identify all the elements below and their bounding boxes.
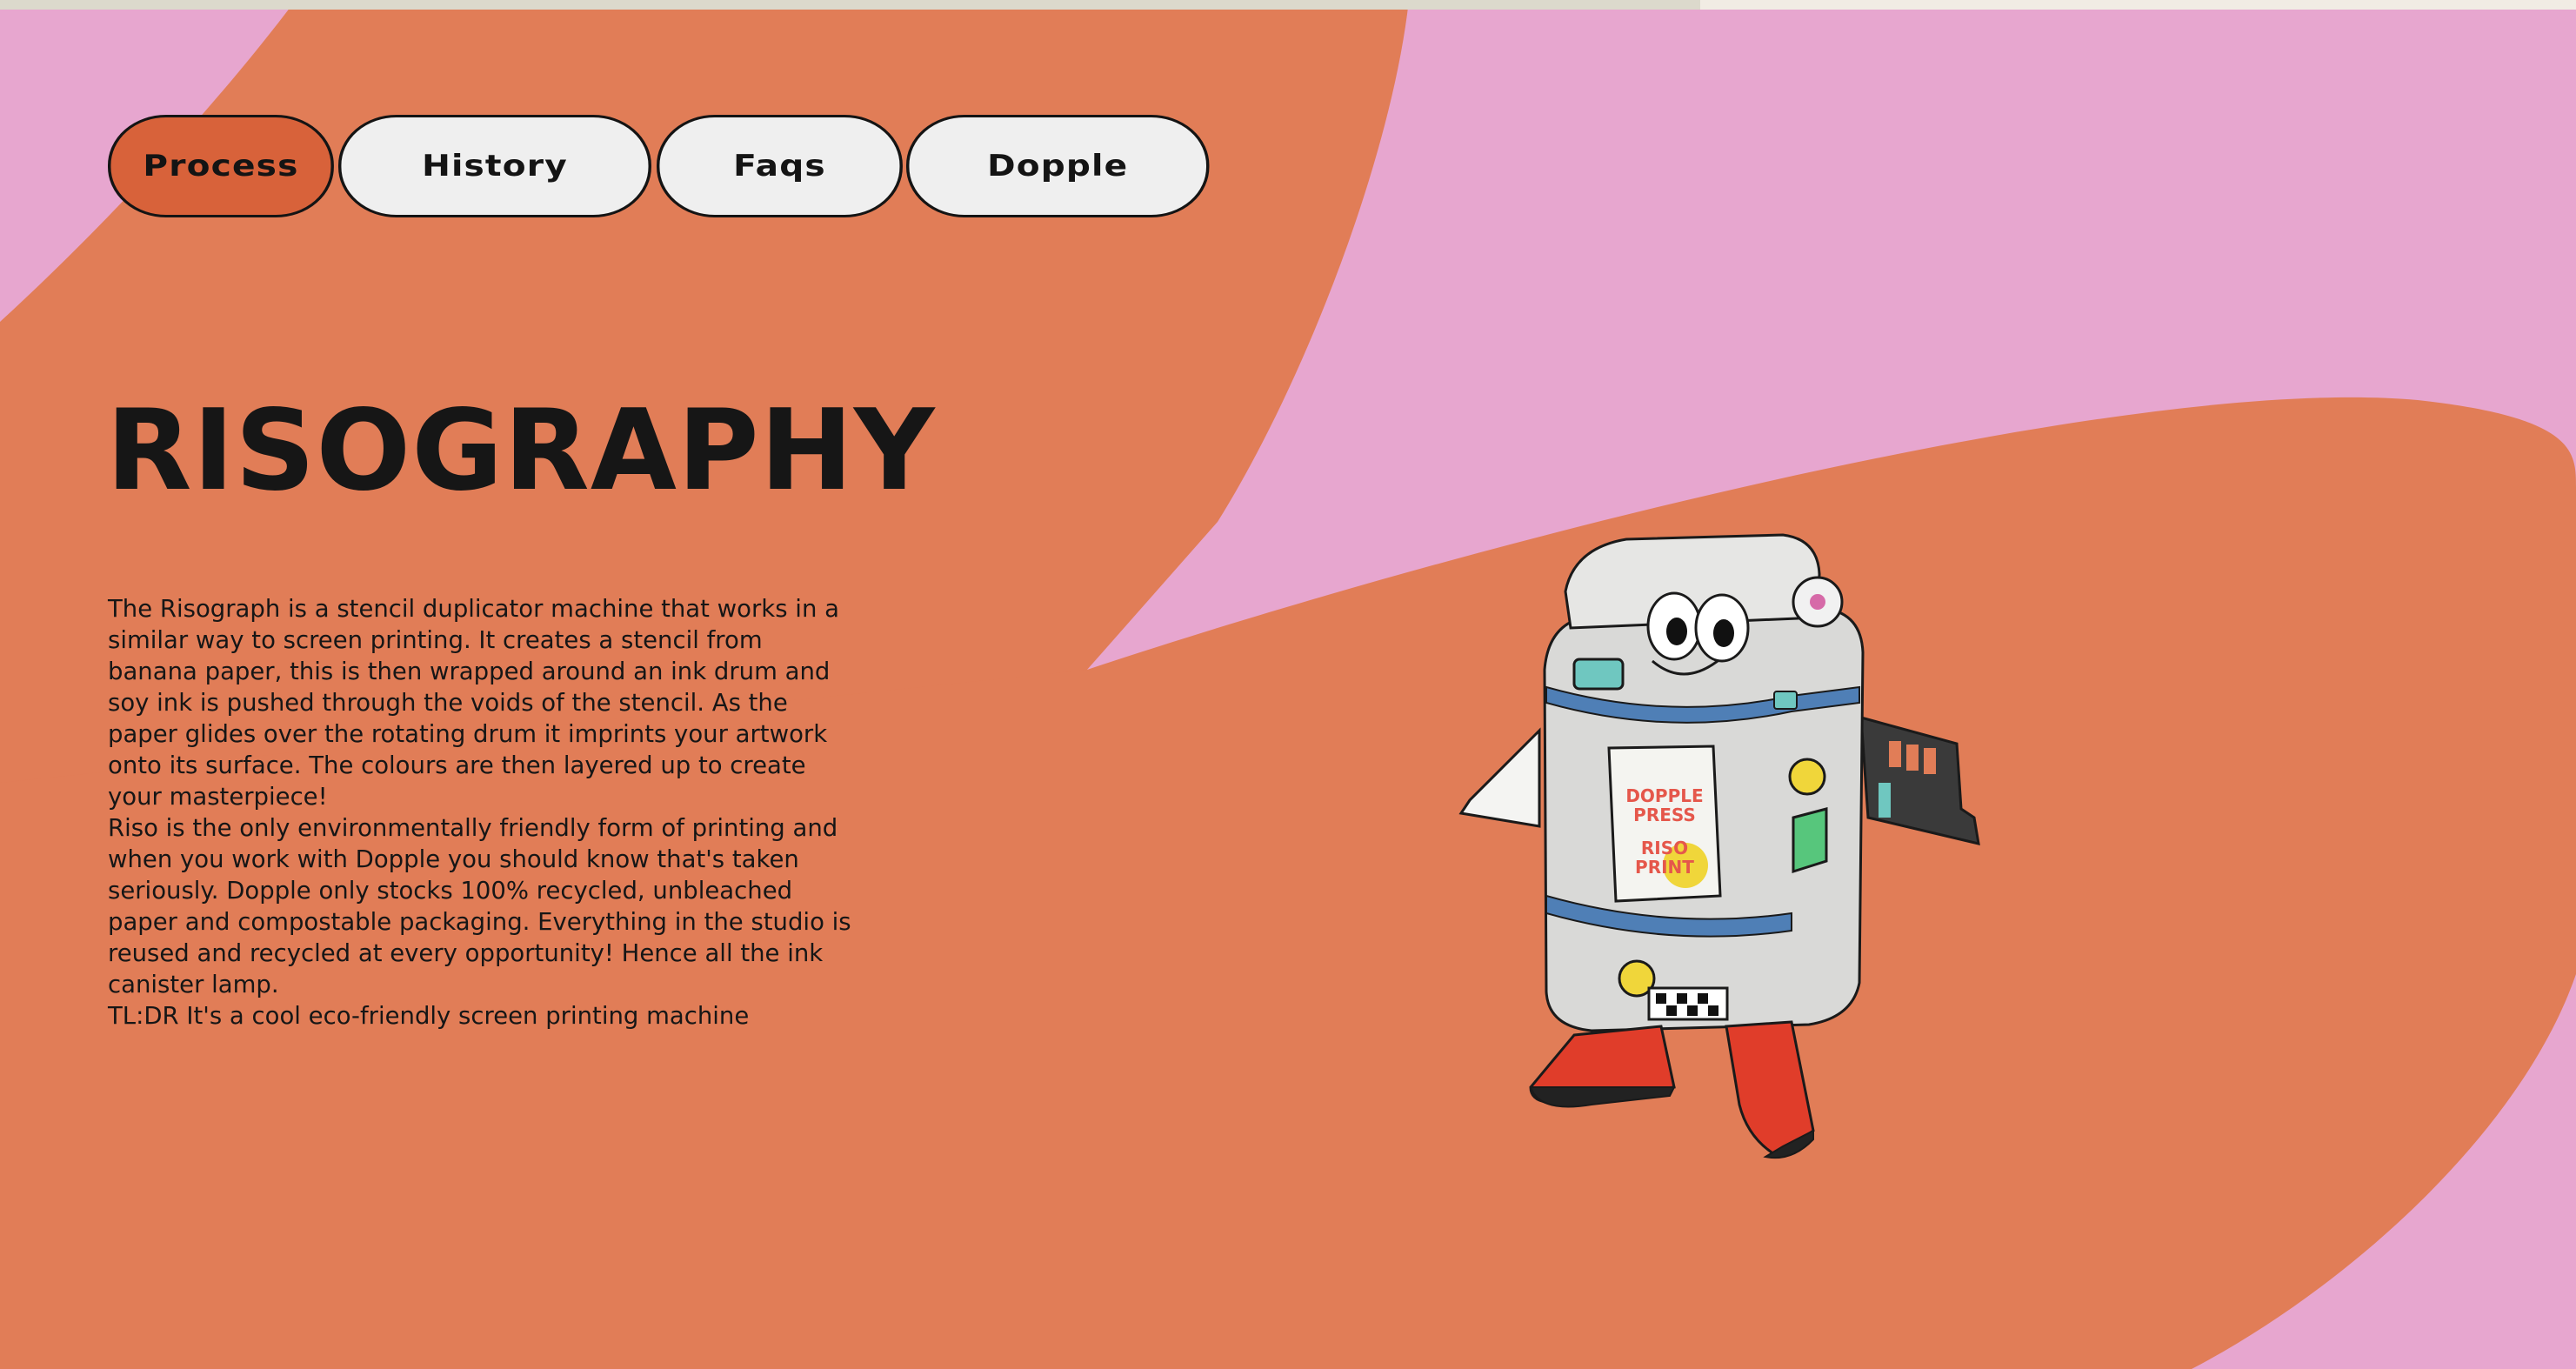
page-title: RISOGRAPHY [106, 386, 936, 516]
sign-text-2: PRESS [1633, 805, 1696, 825]
description-text: The Risograph is a stencil duplicator ma… [108, 593, 856, 1032]
top-navigation: Process History Faqs Dopple [108, 115, 1210, 217]
sign-text-3: RISO [1641, 838, 1688, 858]
risograph-mascot-illustration: DOPPLE PRESS RISO PRINT [1458, 533, 1980, 1159]
top-bar-right [1700, 0, 2576, 10]
description-paragraph: The Risograph is a stencil duplicator ma… [108, 595, 839, 811]
sign-text-4: PRINT [1635, 857, 1694, 878]
sign-text-1: DOPPLE [1625, 785, 1703, 806]
description-paragraph: Riso is the only environmentally friendl… [108, 814, 851, 998]
nav-dopple-button[interactable]: Dopple [906, 115, 1210, 217]
nav-process-button[interactable]: Process [108, 115, 334, 217]
description-paragraph: TL:DR It's a cool eco-friendly screen pr… [108, 1002, 750, 1030]
nav-history-button[interactable]: History [338, 115, 651, 217]
nav-faqs-button[interactable]: Faqs [657, 115, 903, 217]
